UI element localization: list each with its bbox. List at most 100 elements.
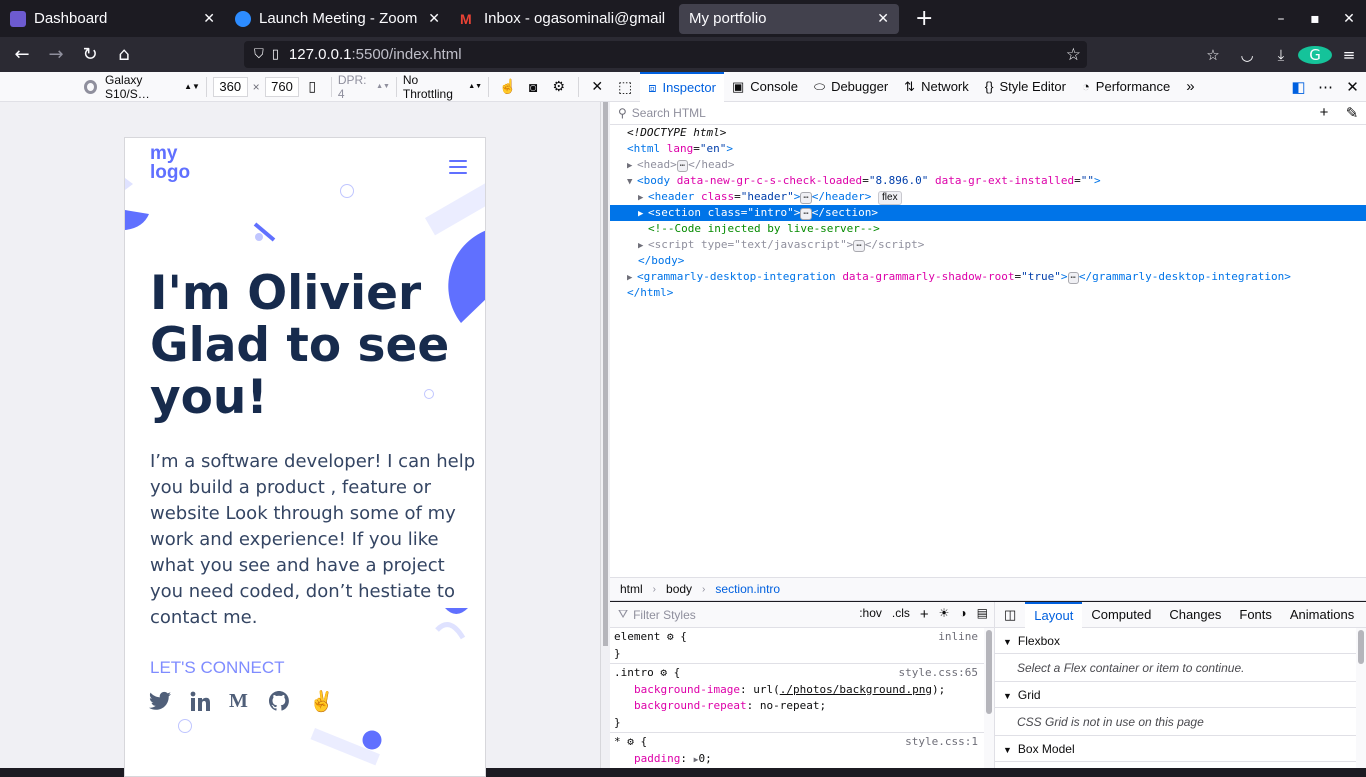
devtools-splitter[interactable] (600, 102, 610, 768)
css-property-name[interactable]: padding (614, 752, 680, 765)
flexbox-section-header[interactable]: ▼ Flexbox (995, 628, 1366, 654)
toggle-sidebar-icon[interactable]: ◫ (995, 602, 1025, 628)
more-tabs-icon[interactable]: » (1178, 72, 1202, 102)
home-icon[interactable]: ⌂ (107, 44, 141, 65)
close-tab-icon[interactable]: ✕ (428, 10, 440, 27)
breadcrumb-item[interactable]: html (620, 582, 643, 596)
tab-inspector[interactable]: ⧈ Inspector (640, 71, 724, 102)
css-property-value[interactable]: 0 (698, 752, 705, 765)
shield-icon[interactable]: ⛉ (254, 47, 264, 62)
tab-gmail[interactable]: M Inbox - ogasominali@gmail.com (450, 4, 675, 34)
grammarly-icon[interactable]: G (1298, 45, 1332, 64)
forward-arrow-icon[interactable]: → (39, 44, 73, 65)
markup-line[interactable]: <!DOCTYPE html> (610, 125, 1366, 141)
box-model-section-header[interactable]: ▼ Box Model (995, 736, 1366, 762)
collapsed-ellipsis[interactable]: ⋯ (800, 208, 812, 220)
hamburger-menu-icon[interactable] (449, 160, 467, 174)
tab-layout[interactable]: Layout (1025, 601, 1083, 628)
dark-scheme-icon[interactable]: ◑ (959, 606, 966, 623)
collapsed-ellipsis[interactable]: ⋯ (853, 240, 865, 252)
expand-arrow-icon[interactable]: ▶ (638, 190, 648, 206)
hov-toggle[interactable]: :hov (859, 606, 882, 623)
add-rule-icon[interactable]: + (920, 606, 929, 623)
markup-line[interactable]: <!--Code injected by live-server--> (610, 221, 1366, 237)
rule-source[interactable]: style.css:65 (899, 665, 978, 682)
markup-line[interactable]: ▼ <body data-new-gr-c-s-check-loaded="8.8… (610, 173, 1366, 189)
url-bar[interactable]: ⛉ ▯ 127.0.0.1:5500/index.html ☆ (244, 41, 1087, 68)
downloads-icon[interactable]: ⤓ (1264, 46, 1298, 64)
print-media-icon[interactable]: ▤ (977, 606, 988, 623)
touch-simulation-icon[interactable]: ☝ (495, 78, 521, 95)
network-throttling-selector[interactable]: No Throttling (403, 73, 465, 101)
rule-source[interactable]: style.css:1 (905, 734, 978, 751)
light-scheme-icon[interactable]: ☀ (939, 606, 950, 623)
collapsed-ellipsis[interactable]: ⋯ (676, 160, 689, 172)
close-devtools-icon[interactable]: ✕ (1339, 78, 1366, 96)
tab-my-portfolio[interactable]: My portfolio ✕ (679, 3, 899, 34)
collapsed-ellipsis[interactable]: ⋯ (1067, 272, 1079, 284)
expand-arrow-icon[interactable]: ▶ (638, 238, 648, 254)
back-arrow-icon[interactable]: ← (5, 44, 39, 65)
close-tab-icon[interactable]: ✕ (877, 10, 889, 27)
markup-line[interactable]: ▶ <grammarly-desktop-integration data-gra… (610, 269, 1366, 285)
markup-line[interactable]: ▶ <script type="text/javascript"> ⋯ </scrip… (610, 237, 1366, 253)
cls-toggle[interactable]: .cls (892, 606, 910, 623)
bookmark-star-icon[interactable]: ☆ (1066, 45, 1081, 65)
markup-line[interactable]: </body> (610, 253, 1366, 269)
tab-animations[interactable]: Animations (1281, 602, 1363, 628)
close-window-icon[interactable]: ✕ (1332, 11, 1366, 27)
add-node-icon[interactable]: + (1310, 104, 1338, 122)
markup-line[interactable]: <html lang="en"> (610, 141, 1366, 157)
viewport-width-input[interactable]: 360 (212, 76, 248, 97)
tab-zoom[interactable]: Launch Meeting - Zoom ✕ (225, 4, 450, 34)
expand-arrow-icon[interactable]: ▶ (638, 206, 648, 222)
tab-changes[interactable]: Changes (1160, 602, 1230, 628)
collapse-arrow-icon[interactable]: ▼ (627, 174, 637, 190)
page-info-icon[interactable]: ▯ (272, 47, 279, 62)
css-property-value[interactable]: no-repeat (760, 699, 820, 712)
new-tab-icon[interactable]: + (915, 6, 933, 31)
dock-side-icon[interactable]: ◧ (1285, 78, 1312, 96)
angellist-icon[interactable]: ✌ (309, 688, 349, 714)
eyedropper-icon[interactable]: ✎ (1338, 104, 1366, 122)
gear-icon[interactable]: ⚙ (660, 666, 667, 679)
markup-line[interactable]: ▶ <header class="header"> ⋯ </header> flex (610, 189, 1366, 205)
gear-icon[interactable]: ⚙ (627, 735, 634, 748)
twitter-icon[interactable] (149, 688, 189, 714)
rule-selector[interactable]: element (614, 630, 660, 643)
close-rdm-icon[interactable]: ✕ (584, 78, 610, 95)
css-property-name[interactable]: background-repeat (614, 699, 747, 712)
css-url-link[interactable]: ./photos/background.png (780, 683, 932, 696)
markup-line-selected[interactable]: ▶ <section class="intro"> ⋯ </section> (610, 205, 1366, 221)
maximize-icon[interactable]: ▪ (1298, 11, 1332, 27)
search-html-input[interactable]: Search HTML (632, 106, 706, 120)
tab-network[interactable]: ⇅ Network (896, 72, 977, 102)
more-options-icon[interactable]: ⋯ (1312, 78, 1339, 96)
rule-selector[interactable]: .intro (614, 666, 654, 679)
markup-line[interactable]: ▶ <head> ⋯ </head> (610, 157, 1366, 173)
linkedin-icon[interactable] (189, 688, 229, 714)
tab-computed[interactable]: Computed (1082, 602, 1160, 628)
rule-selector[interactable]: * (614, 735, 621, 748)
pocket-icon[interactable]: ◡ (1230, 46, 1264, 64)
tab-console[interactable]: ▣ Console (724, 72, 806, 102)
tab-fonts[interactable]: Fonts (1230, 602, 1281, 628)
rule-source[interactable]: inline (938, 629, 978, 646)
close-tab-icon[interactable]: ✕ (203, 10, 215, 27)
github-icon[interactable] (269, 688, 309, 714)
rotate-viewport-icon[interactable]: ▯ (299, 78, 325, 95)
markup-line[interactable]: </html> (610, 285, 1366, 301)
tab-style-editor[interactable]: {} Style Editor (977, 72, 1074, 102)
url-text[interactable]: 127.0.0.1:5500/index.html (289, 46, 462, 63)
collapsed-ellipsis[interactable]: ⋯ (800, 192, 812, 204)
tab-debugger[interactable]: ⬭ Debugger (806, 72, 896, 102)
breadcrumb-item[interactable]: body (666, 582, 692, 596)
viewport-height-input[interactable]: 760 (264, 76, 300, 97)
screenshot-icon[interactable]: ◙ (521, 79, 547, 95)
reload-icon[interactable]: ↻ (73, 44, 107, 65)
site-logo[interactable]: my logo (150, 144, 190, 182)
element-picker-icon[interactable]: ⬚ (610, 72, 640, 102)
expand-arrow-icon[interactable]: ▶ (627, 158, 637, 174)
medium-icon[interactable]: M (229, 688, 269, 714)
flex-badge[interactable]: flex (878, 191, 902, 205)
